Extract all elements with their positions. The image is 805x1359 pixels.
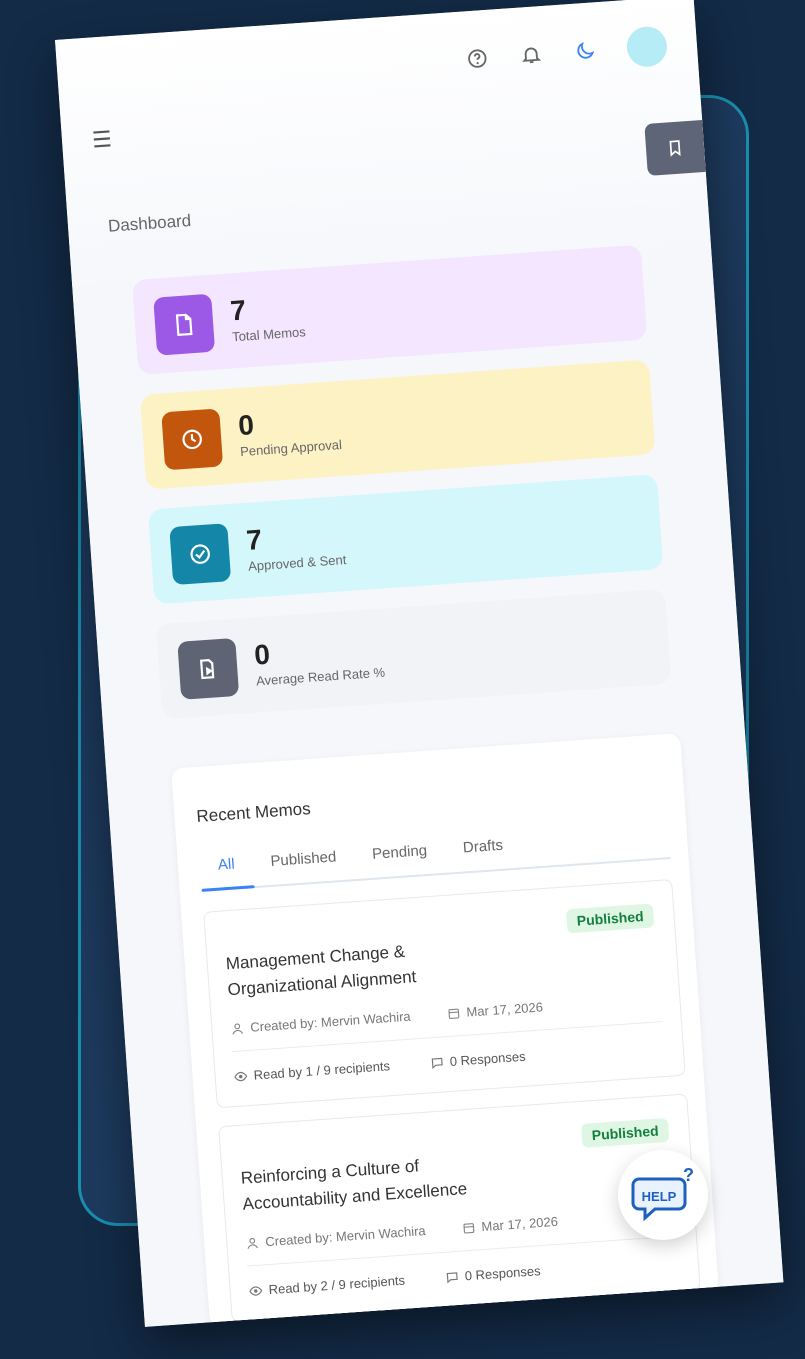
stat-label: Total Memos [231, 324, 307, 345]
responses-count-text: 0 Responses [464, 1263, 542, 1284]
memo-date: Mar 17, 2026 [446, 999, 543, 1021]
moon-icon[interactable] [572, 38, 598, 64]
created-by-text: Created by: Mervin Wachira [264, 1223, 427, 1250]
help-label: HELP [642, 1189, 677, 1204]
status-badge: Published [565, 903, 655, 934]
svg-text:?: ? [683, 1165, 694, 1185]
stat-value: 0 [237, 409, 255, 442]
top-bar: ☰ [55, 0, 706, 176]
question-circle-icon[interactable] [465, 46, 491, 72]
recent-memos-title: Recent Memos [195, 799, 312, 826]
stat-label: Approved & Sent [247, 551, 347, 574]
comment-icon [431, 1057, 443, 1069]
responses-count-text: 0 Responses [449, 1048, 527, 1069]
help-chat-bubble-icon: HELP ? [631, 1165, 694, 1222]
stat-value: 0 [253, 638, 272, 671]
bookmark-icon [669, 140, 681, 157]
document-icon [153, 293, 216, 356]
memo-date-text: Mar 17, 2026 [465, 999, 544, 1020]
help-button[interactable]: HELP ? [618, 1150, 708, 1240]
hamburger-menu-icon[interactable]: ☰ [91, 126, 112, 153]
read-count-text: Read by 1 / 9 recipients [253, 1058, 391, 1083]
stat-card-approved-sent[interactable]: 7 Approved & Sent [147, 474, 664, 605]
memo-tabs: All Published Pending Drafts [198, 819, 671, 892]
stat-value: 7 [229, 294, 247, 327]
stat-value: 7 [245, 523, 263, 556]
tab-published[interactable]: Published [252, 841, 356, 886]
memo-title[interactable]: Management Change & Organizational Align… [225, 932, 508, 1003]
stat-card-pending-approval[interactable]: 0 Pending Approval [139, 359, 656, 490]
page-title: Dashboard [107, 210, 192, 236]
user-icon [232, 1022, 243, 1034]
created-by: Created by: Mervin Wachira [230, 1009, 411, 1037]
responses-count: 0 Responses [429, 1049, 526, 1071]
memo-date-text: Mar 17, 2026 [480, 1213, 559, 1235]
read-rate-icon [177, 637, 240, 700]
read-count-text: Read by 2 / 9 recipients [268, 1272, 406, 1298]
stat-card-total-memos[interactable]: 7 Total Memos [131, 244, 648, 375]
app-window: ☰ Dashboard 7 Total Memos 0 Pending Appr… [55, 0, 784, 1327]
created-by-text: Created by: Mervin Wachira [249, 1008, 412, 1035]
user-icon [247, 1237, 258, 1249]
avatar[interactable] [625, 25, 669, 69]
comment-icon [446, 1271, 458, 1284]
memo-item[interactable]: Management Change & Organizational Align… [203, 879, 686, 1109]
status-badge: Published [580, 1117, 670, 1148]
created-by: Created by: Mervin Wachira [245, 1223, 426, 1251]
eye-icon [234, 1071, 248, 1081]
calendar-icon [463, 1222, 474, 1234]
top-actions [464, 25, 669, 79]
check-circle-icon [169, 522, 232, 585]
memo-date: Mar 17, 2026 [461, 1214, 558, 1236]
memo-stats: Read by 1 / 9 recipients 0 Responses [233, 1049, 526, 1084]
bell-icon[interactable] [518, 42, 544, 68]
eye-icon [249, 1285, 263, 1296]
memo-title[interactable]: Reinforcing a Culture of Accountability … [240, 1146, 523, 1217]
tab-all[interactable]: All [199, 848, 254, 890]
tab-pending[interactable]: Pending [353, 835, 446, 879]
bookmark-button[interactable] [644, 120, 706, 176]
recent-memos-card: Recent Memos All Published Pending Draft… [171, 733, 719, 1327]
clock-icon [161, 407, 224, 470]
responses-count: 0 Responses [444, 1263, 541, 1285]
stat-label: Pending Approval [239, 436, 343, 460]
stat-card-read-rate[interactable]: 0 Average Read Rate % [156, 588, 672, 720]
memo-stats: Read by 2 / 9 recipients 0 Responses [248, 1263, 541, 1298]
read-count: Read by 1 / 9 recipients [233, 1058, 390, 1084]
dashboard-content: ☰ Dashboard 7 Total Memos 0 Pending Appr… [55, 0, 784, 1327]
calendar-icon [448, 1008, 459, 1019]
read-count: Read by 2 / 9 recipients [248, 1273, 405, 1299]
tab-drafts[interactable]: Drafts [444, 829, 522, 872]
